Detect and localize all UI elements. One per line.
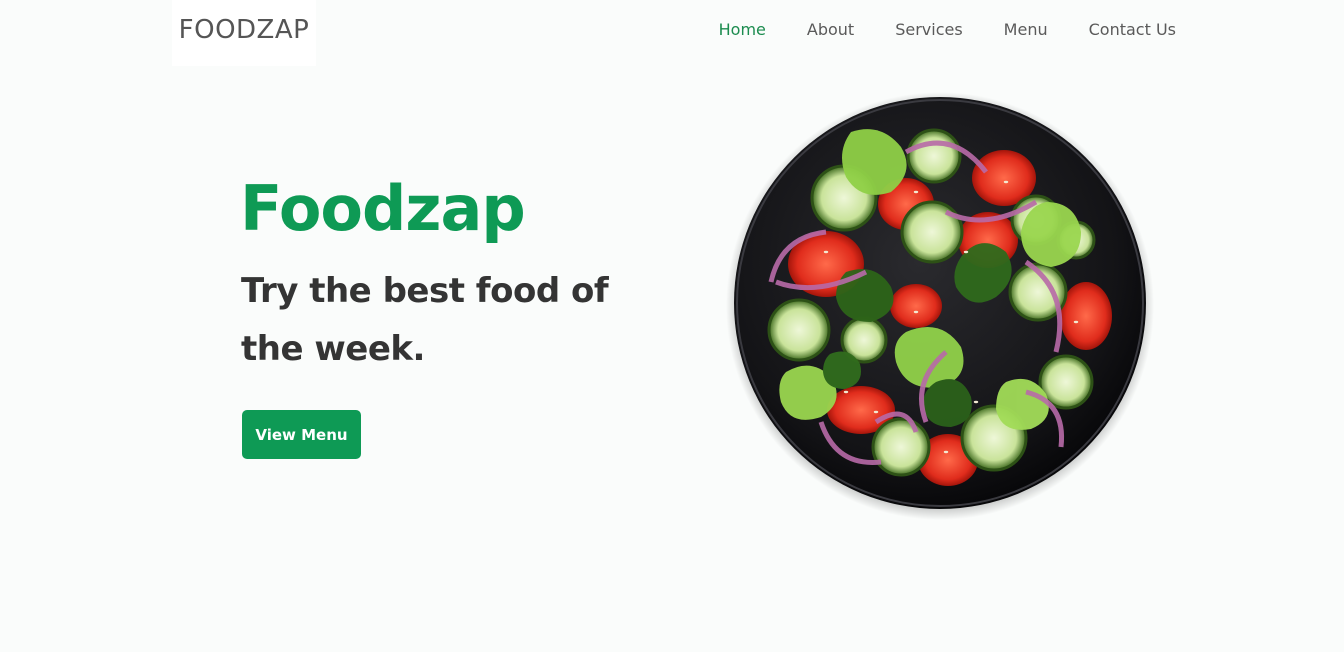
salad-bowl-image: [726, 92, 1154, 520]
hero-title: Foodzap: [240, 172, 526, 245]
main-nav: Home About Services Menu Contact Us: [719, 20, 1176, 39]
nav-menu[interactable]: Menu: [1004, 20, 1048, 39]
logo-text: FOODZAP: [178, 15, 310, 45]
nav-home[interactable]: Home: [719, 20, 766, 39]
logo[interactable]: FOODZAP: [172, 0, 316, 66]
view-menu-button[interactable]: View Menu: [242, 410, 361, 459]
hero-subtitle: Try the best food of the week.: [241, 271, 609, 369]
nav-contact-us[interactable]: Contact Us: [1089, 20, 1176, 39]
nav-about[interactable]: About: [807, 20, 854, 39]
salad-bowl-illustration: [726, 92, 1154, 520]
nav-services[interactable]: Services: [895, 20, 962, 39]
